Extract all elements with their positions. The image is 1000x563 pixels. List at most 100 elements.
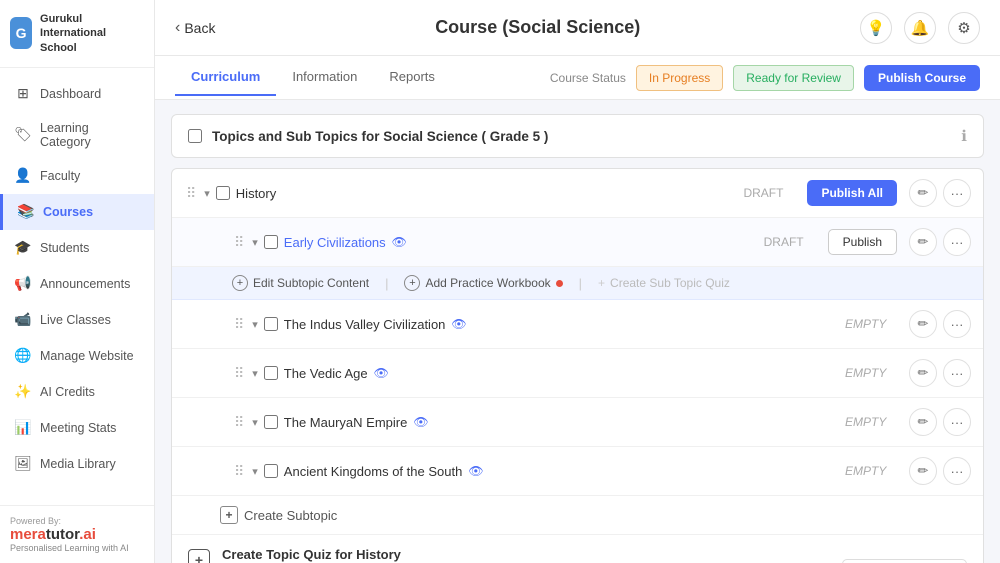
vedic-age-more-icon[interactable]: ··· (943, 359, 971, 387)
chevron-down-icon[interactable]: ▾ (252, 236, 258, 249)
bell-icon-button[interactable]: 🔔 (904, 12, 936, 44)
gear-icon-button[interactable]: ⚙ (948, 12, 980, 44)
publish-all-button[interactable]: Publish All (807, 180, 897, 206)
list-item: ⠿ ▾ Ancient Kingdoms of the South 👁 EMPT… (172, 447, 983, 496)
sidebar-item-dashboard[interactable]: ⊞ Dashboard (0, 76, 154, 112)
tagline: Personalised Learning with AI (10, 543, 144, 553)
mauryan-empire-more-icon[interactable]: ··· (943, 408, 971, 436)
add-practice-workbook-button[interactable]: + Add Practice Workbook (404, 275, 562, 291)
ancient-kingdoms-checkbox[interactable] (264, 464, 278, 478)
indus-valley-checkbox[interactable] (264, 317, 278, 331)
sidebar-item-ai-credits[interactable]: ✨ AI Credits (0, 374, 154, 410)
mauryan-empire-actions: ✏ ··· (909, 408, 971, 436)
sidebar-item-students[interactable]: 🎓 Students (0, 230, 154, 266)
history-status: DRAFT (743, 186, 793, 200)
tabs-bar: Curriculum Information Reports Course St… (155, 56, 1000, 100)
drag-handle-icon[interactable]: ⠿ (232, 414, 246, 431)
drag-handle-icon[interactable]: ⠿ (232, 234, 246, 251)
vedic-age-actions: ✏ ··· (909, 359, 971, 387)
sidebar-item-meeting-stats[interactable]: 📊 Meeting Stats (0, 410, 154, 446)
history-edit-icon[interactable]: ✏ (909, 179, 937, 207)
sidebar: G Gurukul International School ⊞ Dashboa… (0, 0, 155, 563)
drag-handle-icon[interactable]: ⠿ (232, 463, 246, 480)
vedic-age-edit-icon[interactable]: ✏ (909, 359, 937, 387)
back-button[interactable]: ‹ Back (175, 19, 215, 37)
sidebar-item-learning-category[interactable]: 🏷 Learning Category (0, 112, 154, 158)
early-civ-actions: Publish ✏ ··· (828, 228, 971, 256)
workbook-plus-icon: + (404, 275, 420, 291)
sidebar-item-media-library[interactable]: 🖼 Media Library (0, 446, 154, 482)
faculty-icon: 👤 (14, 167, 32, 185)
edit-plus-icon: + (232, 275, 248, 291)
chevron-down-icon[interactable]: ▾ (252, 318, 258, 331)
tutor-brand: meratutor.ai (10, 526, 144, 543)
eye-icon[interactable]: 👁 (392, 235, 407, 249)
media-library-icon: 🖼 (14, 455, 32, 473)
publish-course-button[interactable]: Publish Course (864, 65, 980, 91)
tab-curriculum[interactable]: Curriculum (175, 59, 276, 96)
list-item: ⠿ ▾ The Vedic Age 👁 EMPTY ✏ ··· (172, 349, 983, 398)
sidebar-item-courses[interactable]: 📚 Courses (0, 194, 154, 230)
vedic-age-checkbox[interactable] (264, 366, 278, 380)
eye-icon[interactable]: 👁 (413, 415, 428, 429)
quiz-content: Create Topic Quiz for History Create Top… (222, 547, 830, 563)
history-checkbox[interactable] (216, 186, 230, 200)
notification-dot (556, 280, 563, 287)
sidebar-footer: Powered By: meratutor.ai Personalised Le… (0, 505, 154, 563)
tab-information[interactable]: Information (276, 59, 373, 96)
early-civ-edit-icon[interactable]: ✏ (909, 228, 937, 256)
course-status-bar: Course Status In Progress Ready for Revi… (550, 65, 980, 91)
curriculum-content: Topics and Sub Topics for Social Science… (155, 100, 1000, 563)
list-item: ⠿ ▾ The MauryaN Empire 👁 EMPTY ✏ ··· (172, 398, 983, 447)
create-sub-topic-quiz-button[interactable]: + Create Sub Topic Quiz (598, 276, 730, 290)
live-classes-icon: 📹 (14, 311, 32, 329)
sidebar-item-live-classes[interactable]: 📹 Live Classes (0, 302, 154, 338)
mauryan-empire-name: The MauryaN Empire 👁 (284, 415, 839, 430)
drag-handle-icon[interactable]: ⠿ (232, 365, 246, 382)
ancient-kingdoms-more-icon[interactable]: ··· (943, 457, 971, 485)
sidebar-item-announcements[interactable]: 📢 Announcements (0, 266, 154, 302)
chevron-down-icon[interactable]: ▾ (252, 416, 258, 429)
drag-handle-icon[interactable]: ⠿ (184, 185, 198, 202)
chevron-down-icon[interactable]: ▾ (252, 367, 258, 380)
ancient-kingdoms-name: Ancient Kingdoms of the South 👁 (284, 464, 839, 479)
back-label: Back (184, 20, 215, 36)
indus-valley-edit-icon[interactable]: ✏ (909, 310, 937, 338)
early-civilizations-name: Early Civilizations 👁 (284, 235, 758, 250)
in-progress-button[interactable]: In Progress (636, 65, 723, 91)
mauryan-empire-edit-icon[interactable]: ✏ (909, 408, 937, 436)
create-subtopic-button[interactable]: + Create Subtopic (172, 496, 983, 535)
drag-handle-icon[interactable]: ⠿ (232, 316, 246, 333)
bulb-icon-button[interactable]: 💡 (860, 12, 892, 44)
tabs-list: Curriculum Information Reports (175, 59, 451, 96)
chevron-down-icon[interactable]: ▾ (252, 465, 258, 478)
sidebar-item-faculty[interactable]: 👤 Faculty (0, 158, 154, 194)
sidebar-item-manage-website[interactable]: 🌐 Manage Website (0, 338, 154, 374)
eye-icon[interactable]: 👁 (374, 366, 389, 380)
indus-valley-more-icon[interactable]: ··· (943, 310, 971, 338)
quiz-plus-icon: + (598, 276, 605, 290)
early-civ-more-icon[interactable]: ··· (943, 228, 971, 256)
action-divider-2: | (579, 276, 582, 291)
topics-select-all-checkbox[interactable] (188, 129, 202, 143)
early-civ-checkbox[interactable] (264, 235, 278, 249)
back-arrow-icon: ‹ (175, 19, 180, 37)
sidebar-label-learning-category: Learning Category (40, 121, 140, 149)
sidebar-nav: ⊞ Dashboard 🏷 Learning Category 👤 Facult… (0, 68, 154, 505)
sidebar-label-live-classes: Live Classes (40, 313, 111, 327)
page-title: Course (Social Science) (215, 17, 860, 38)
chevron-down-icon[interactable]: ▾ (204, 187, 210, 200)
logo-icon: G (10, 17, 32, 49)
eye-icon[interactable]: 👁 (451, 317, 466, 331)
mauryan-empire-checkbox[interactable] (264, 415, 278, 429)
edit-subtopic-content-button[interactable]: + Edit Subtopic Content (232, 275, 369, 291)
quiz-plus-sq-icon[interactable]: + (188, 549, 210, 563)
quiz-title: Create Topic Quiz for History (222, 547, 830, 562)
create-topic-quiz-button[interactable]: Create Topic Quiz (842, 559, 967, 563)
publish-button[interactable]: Publish (828, 229, 897, 255)
ancient-kingdoms-edit-icon[interactable]: ✏ (909, 457, 937, 485)
ready-for-review-button[interactable]: Ready for Review (733, 65, 854, 91)
history-more-icon[interactable]: ··· (943, 179, 971, 207)
eye-icon[interactable]: 👁 (468, 464, 483, 478)
tab-reports[interactable]: Reports (373, 59, 451, 96)
